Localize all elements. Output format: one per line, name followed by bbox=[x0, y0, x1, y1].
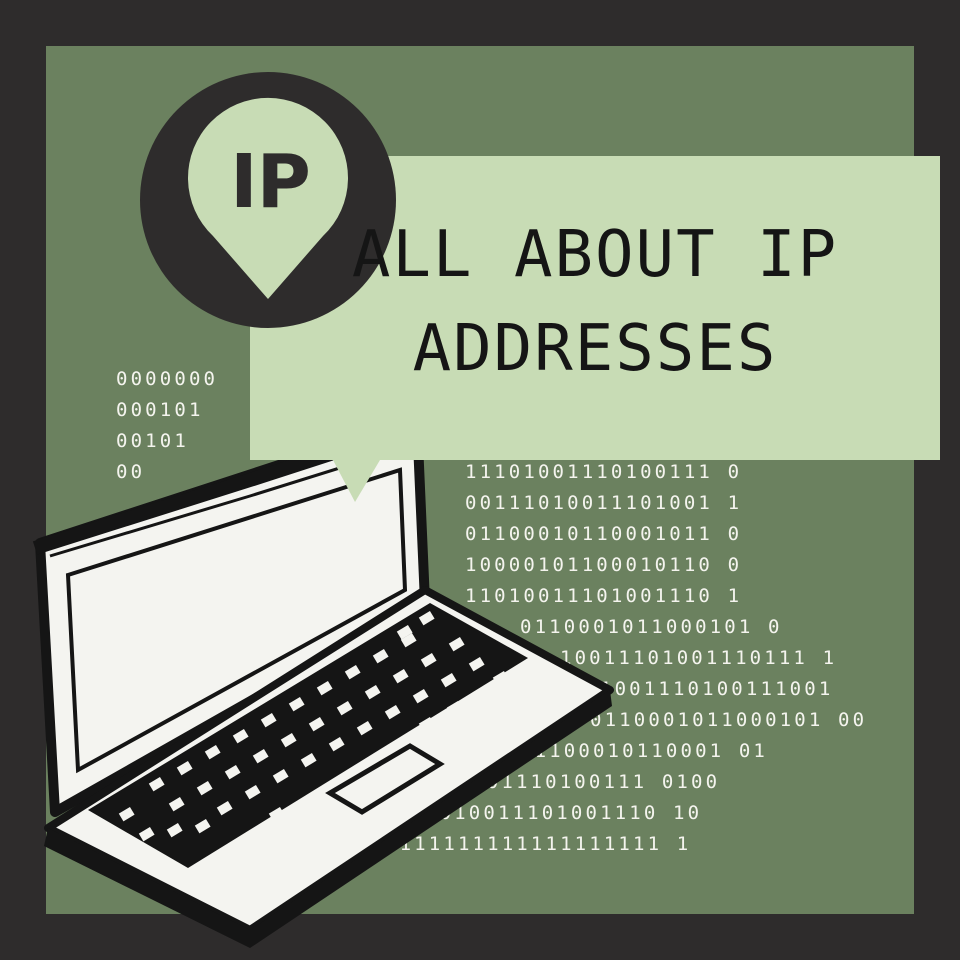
title-line-2: ADDRESSES bbox=[412, 312, 778, 386]
title-callout bbox=[140, 72, 940, 502]
graphic-canvas: 0000000 000101 00101 00 1110100111010011… bbox=[0, 0, 960, 960]
page-title: ALL ABOUT IP ADDRESSES bbox=[250, 208, 940, 396]
title-line-1: ALL ABOUT IP bbox=[351, 218, 839, 292]
